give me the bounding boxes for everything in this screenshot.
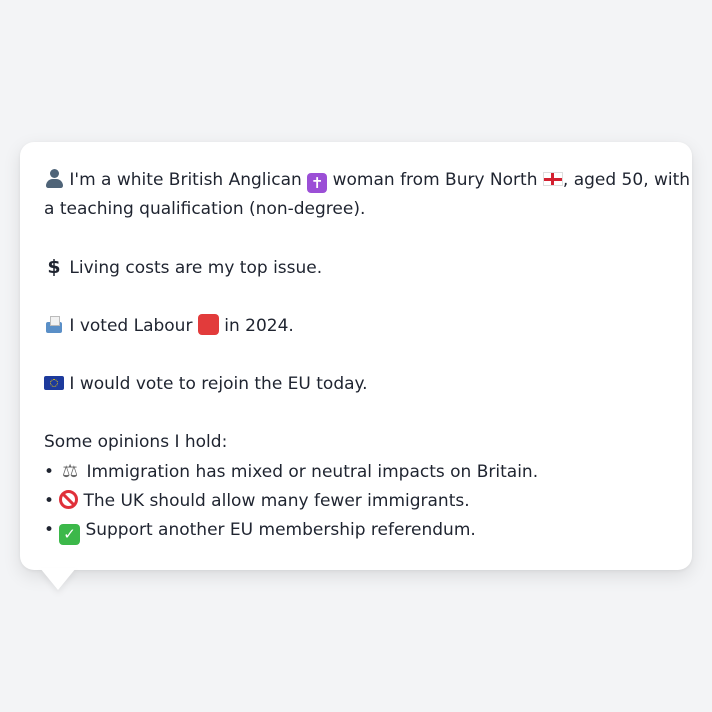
vote-paragraph: I voted Labour in 2024. (44, 312, 668, 341)
prohibited-icon (59, 490, 79, 509)
bullet: • (44, 491, 55, 511)
opinion-text-2: The UK should allow many fewer immigrant… (83, 491, 470, 511)
opinion-text-3: Support another EU membership referendum… (85, 520, 476, 540)
eu-text: I would vote to rejoin the EU today. (69, 374, 368, 394)
bullet: • (44, 462, 55, 482)
vote-text-suffix: in 2024. (224, 316, 294, 336)
vote-text-prefix: I voted Labour (69, 316, 193, 336)
opinions-section: Some opinions I hold: • ⚖ Immigration has… (44, 428, 668, 545)
bullet: • (44, 520, 55, 540)
profile-line-2: a teaching qualification (non-degree). (44, 199, 366, 219)
profile-text-2: woman from Bury North (332, 170, 538, 190)
opinion-text-1: Immigration has mixed or neutral impacts… (86, 462, 539, 482)
red-square-icon (197, 314, 219, 335)
profile-line-1: I'm a white British Anglican ✝ woman fro… (44, 166, 690, 195)
issue-text: Living costs are my top issue. (69, 258, 323, 278)
check-mark-button-icon: ✓ (59, 524, 81, 545)
opinions-heading: Some opinions I hold: (44, 432, 228, 452)
england-flag-icon (542, 172, 563, 186)
heavy-dollar-sign-icon: $ (47, 256, 61, 278)
speech-bubble-tail (40, 568, 76, 590)
bust-in-silhouette-icon (44, 168, 64, 188)
opinion-item-3: • ✓ Support another EU membership referen… (44, 516, 668, 545)
latin-cross-icon: ✝ (307, 173, 328, 193)
eu-paragraph: I would vote to rejoin the EU today. (44, 370, 668, 399)
profile-paragraph: I'm a white British Anglican ✝ woman fro… (44, 166, 690, 224)
opinion-item-1: • ⚖ Immigration has mixed or neutral impa… (44, 457, 668, 487)
issue-paragraph: $ Living costs are my top issue. (44, 253, 668, 283)
profile-text-1: I'm a white British Anglican (69, 170, 302, 190)
ballot-box-icon (44, 314, 64, 334)
balance-scale-icon: ⚖ (61, 461, 79, 482)
profile-text-3: , aged 50, with (562, 170, 691, 190)
opinion-item-2: • The UK should allow many fewer immigra… (44, 487, 668, 516)
speech-bubble-card: I'm a white British Anglican ✝ woman fro… (20, 142, 692, 570)
eu-flag-icon (44, 376, 64, 390)
page: I'm a white British Anglican ✝ woman fro… (0, 0, 712, 712)
